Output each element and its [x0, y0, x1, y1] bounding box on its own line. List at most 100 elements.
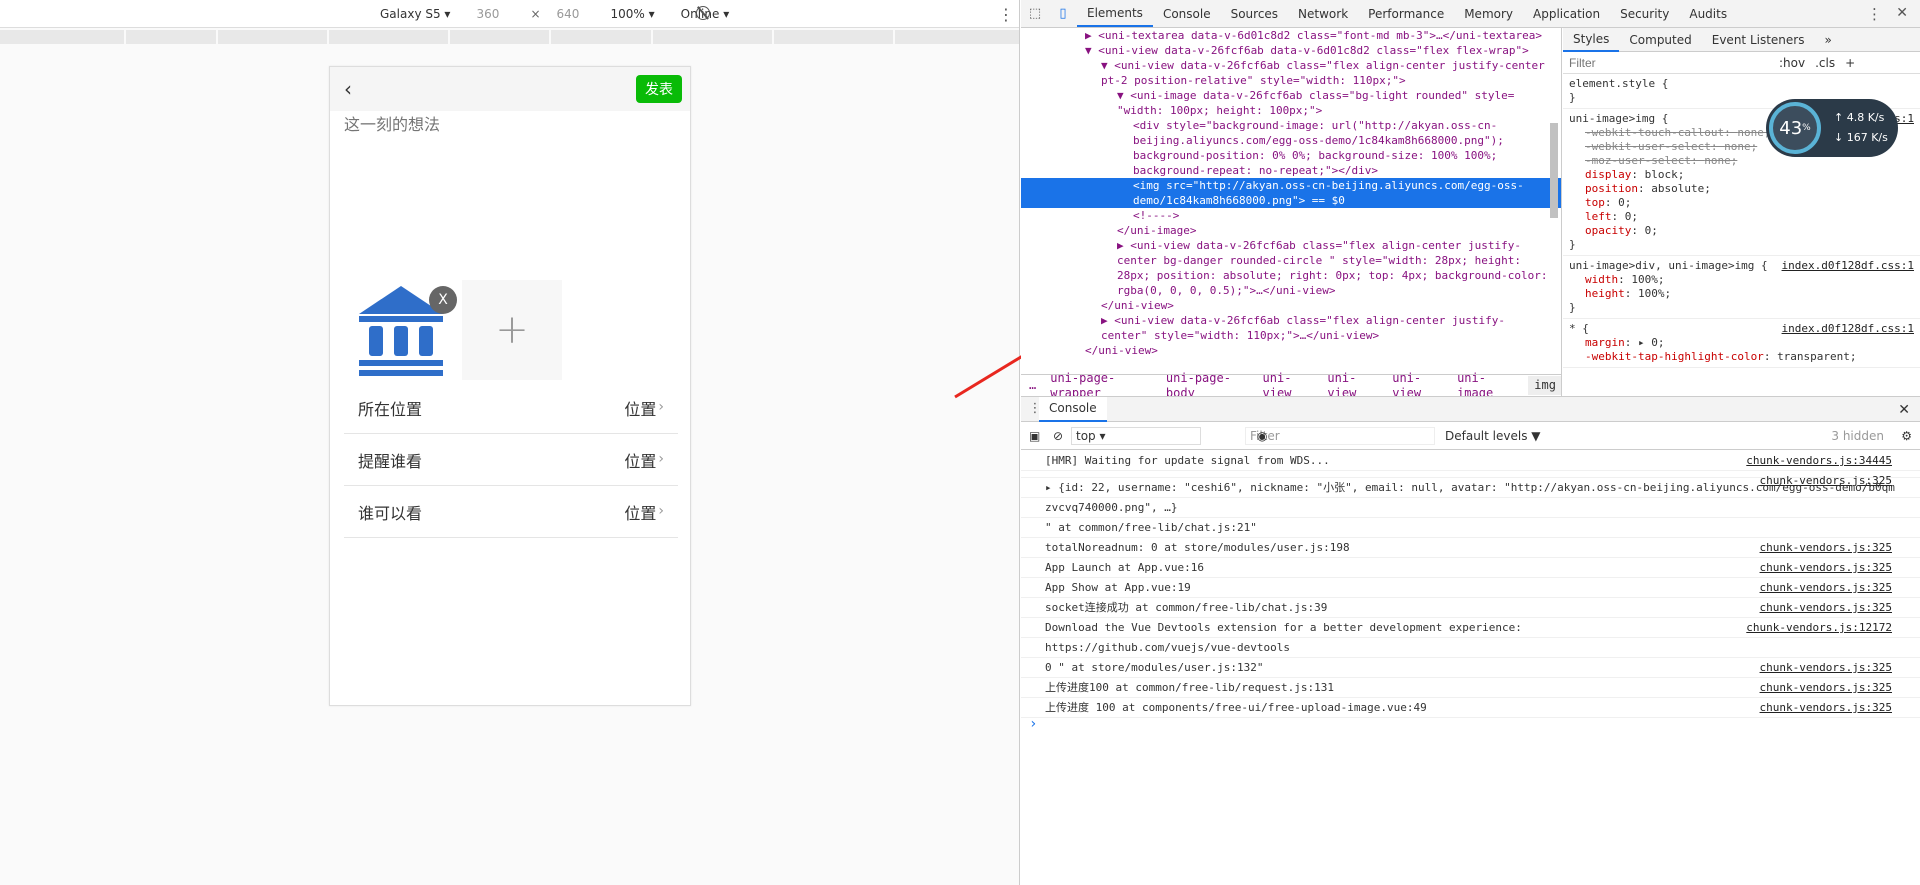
zoom-select[interactable]: 100% ▾	[611, 7, 655, 21]
height-input[interactable]: 640	[557, 7, 597, 21]
console-source-link[interactable]: chunk-vendors.js:325	[1760, 701, 1892, 714]
hov-toggle[interactable]: :hov	[1779, 56, 1805, 70]
close-icon[interactable]: ✕	[1896, 5, 1908, 21]
rule-source-link[interactable]: index.d0f128df.css:1	[1782, 259, 1914, 273]
style-property[interactable]: position: absolute;	[1569, 182, 1914, 196]
gear-icon[interactable]: ⚙	[1901, 429, 1912, 443]
rule-source-link[interactable]: index.d0f128df.css:1	[1782, 322, 1914, 336]
new-rule-button[interactable]: +	[1845, 56, 1855, 70]
console-source-link[interactable]: chunk-vendors.js:12172	[1746, 621, 1892, 634]
publish-button[interactable]: 发表	[636, 75, 682, 103]
dom-node-line[interactable]: </uni-view>	[1021, 343, 1561, 358]
dom-node-line[interactable]: pt-2 position-relative" style="width: 11…	[1021, 73, 1561, 88]
style-property[interactable]: left: 0;	[1569, 210, 1914, 224]
rotate-icon[interactable]	[696, 6, 710, 20]
console-source-link[interactable]: chunk-vendors.js:34445	[1746, 454, 1892, 467]
device-toggle-icon[interactable]: ▯	[1049, 0, 1077, 27]
dom-node-line[interactable]: ▶ <uni-view data-v-26fcf6ab class="flex …	[1021, 313, 1561, 328]
dom-node-line[interactable]: ▼ <uni-image data-v-26fcf6ab class="bg-l…	[1021, 88, 1561, 103]
breadcrumb-item[interactable]: uni-view	[1263, 371, 1314, 397]
dom-node-line[interactable]: ▼ <uni-view data-v-26fcf6ab data-v-6d01c…	[1021, 43, 1561, 58]
uploaded-image[interactable]: X	[351, 280, 457, 380]
levels-select[interactable]: Default levels ▼	[1445, 429, 1541, 443]
console-source-link[interactable]: chunk-vendors.js:325	[1760, 681, 1892, 694]
rule-selector[interactable]: element.style {	[1569, 77, 1914, 91]
tab-sources[interactable]: Sources	[1221, 0, 1288, 27]
scroll-thumb[interactable]	[1550, 123, 1558, 218]
dom-node-line[interactable]: demo/1c84kam8h668000.png"> == $0	[1021, 193, 1561, 208]
close-icon[interactable]: ✕	[1898, 402, 1910, 418]
tab-console[interactable]: Console	[1153, 0, 1221, 27]
dom-node-line[interactable]: <div style="background-image: url("http:…	[1021, 118, 1561, 133]
dom-node-line[interactable]: </uni-image>	[1021, 223, 1561, 238]
tab-audits[interactable]: Audits	[1679, 0, 1737, 27]
location-row[interactable]: 所在位置 位置 ›	[344, 382, 678, 434]
dom-node-line[interactable]: <img src="http://akyan.oss-cn-beijing.al…	[1021, 178, 1561, 193]
dom-node-line[interactable]: 28px; position: absolute; right: 0px; to…	[1021, 268, 1561, 283]
cls-toggle[interactable]: .cls	[1815, 56, 1835, 70]
tab-event-listeners[interactable]: Event Listeners	[1702, 28, 1815, 52]
drawer-tab-console[interactable]: Console	[1039, 396, 1107, 422]
dom-node-line[interactable]: ▶ <uni-view data-v-26fcf6ab class="flex …	[1021, 238, 1561, 253]
styles-filter-input[interactable]	[1569, 55, 1769, 70]
dom-node-line[interactable]: beijing.aliyuncs.com/egg-oss-demo/1c84ka…	[1021, 133, 1561, 148]
tab-memory[interactable]: Memory	[1454, 0, 1523, 27]
more-icon[interactable]: ⋮	[1867, 5, 1882, 23]
tab-styles[interactable]: Styles	[1563, 28, 1620, 52]
breadcrumb-item[interactable]: img	[1528, 376, 1561, 395]
dom-node-line[interactable]: center" style="width: 110px;">…</uni-vie…	[1021, 328, 1561, 343]
style-property[interactable]: top: 0;	[1569, 196, 1914, 210]
dom-node-line[interactable]: background-position: 0% 0%; background-s…	[1021, 148, 1561, 163]
style-property[interactable]: margin: ▸ 0;	[1569, 336, 1914, 350]
inspect-icon[interactable]: ⬚	[1021, 0, 1049, 27]
add-image-button[interactable]: +	[462, 280, 562, 380]
dom-node-line[interactable]: background-repeat: no-repeat;"></div>	[1021, 163, 1561, 178]
dom-node-line[interactable]: ▶ <uni-textarea data-v-6d01c8d2 class="f…	[1021, 28, 1561, 43]
thought-textarea[interactable]	[344, 111, 678, 271]
dom-node-line[interactable]: <!---->	[1021, 208, 1561, 223]
console-source-link[interactable]: chunk-vendors.js:325	[1760, 541, 1892, 554]
dom-node-line[interactable]: center bg-danger rounded-circle " style=…	[1021, 253, 1561, 268]
breadcrumb-item[interactable]: uni-image	[1457, 371, 1514, 397]
remind-row[interactable]: 提醒谁看 位置 ›	[344, 434, 678, 486]
style-property[interactable]: width: 100%;	[1569, 273, 1914, 287]
more-icon[interactable]: ⋮	[1021, 401, 1049, 416]
tab-computed[interactable]: Computed	[1619, 28, 1701, 52]
console-filter[interactable]: Filter	[1245, 426, 1435, 445]
breadcrumb-item[interactable]: uni-page-body	[1166, 371, 1249, 397]
visibility-row[interactable]: 谁可以看 位置 ›	[344, 486, 678, 538]
breadcrumb-item[interactable]: uni-page-wrapper	[1050, 371, 1152, 397]
style-property[interactable]: opacity: 0;	[1569, 224, 1914, 238]
breadcrumb-item[interactable]: uni-view	[1392, 371, 1443, 397]
tab-network[interactable]: Network	[1288, 0, 1358, 27]
more-icon[interactable]: ⋮	[998, 5, 1014, 24]
sidebar-icon[interactable]: ▣	[1029, 429, 1040, 443]
dom-node-line[interactable]: "width: 100px; height: 100px;">	[1021, 103, 1561, 118]
console-prompt[interactable]: ›	[1021, 717, 1920, 731]
more-tabs-icon[interactable]: »	[1814, 28, 1841, 52]
elements-scrollbar[interactable]	[1548, 28, 1558, 368]
breadcrumb-item[interactable]: uni-view	[1327, 371, 1378, 397]
style-property[interactable]: display: block;	[1569, 168, 1914, 182]
dom-node-line[interactable]: </uni-view>	[1021, 298, 1561, 313]
clear-icon[interactable]: ⊘	[1053, 429, 1063, 443]
back-icon[interactable]: ‹	[344, 77, 352, 101]
context-select[interactable]: top ▾	[1071, 426, 1201, 445]
breadcrumb-item[interactable]: …	[1029, 378, 1036, 393]
tab-performance[interactable]: Performance	[1358, 0, 1454, 27]
console-source-link[interactable]: chunk-vendors.js:325	[1760, 661, 1892, 674]
width-input[interactable]: 360	[476, 7, 516, 21]
dom-node-line[interactable]: ▼ <uni-view data-v-26fcf6ab class="flex …	[1021, 58, 1561, 73]
device-select[interactable]: Galaxy S5 ▾	[380, 7, 450, 21]
console-source-link[interactable]: chunk-vendors.js:325	[1760, 561, 1892, 574]
tab-security[interactable]: Security	[1610, 0, 1679, 27]
tab-application[interactable]: Application	[1523, 0, 1610, 27]
eye-icon[interactable]: ◉	[1257, 429, 1267, 443]
remove-image-button[interactable]: X	[429, 286, 457, 314]
style-property[interactable]: -webkit-tap-highlight-color: transparent…	[1569, 350, 1914, 364]
tab-elements[interactable]: Elements	[1077, 0, 1153, 27]
console-source-link[interactable]: chunk-vendors.js:325	[1760, 581, 1892, 594]
console-source-link[interactable]: chunk-vendors.js:325	[1760, 601, 1892, 614]
style-property[interactable]: height: 100%;	[1569, 287, 1914, 301]
dom-node-line[interactable]: rgba(0, 0, 0, 0.5);">…</uni-view>	[1021, 283, 1561, 298]
